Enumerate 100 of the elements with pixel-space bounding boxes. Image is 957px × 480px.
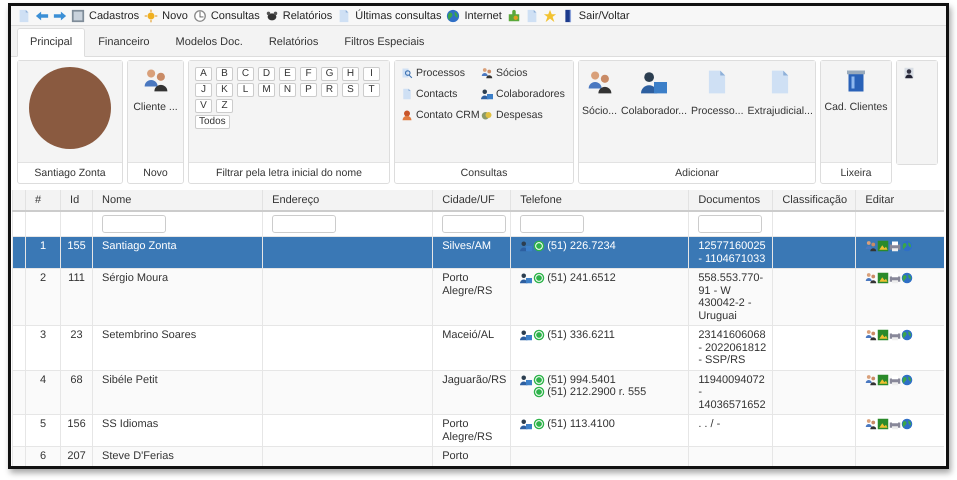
table-cell: Steve D'Ferias [92, 446, 263, 466]
table-cell: 12577160025 - 1104671033 [688, 236, 773, 268]
toolbar-link[interactable]: Sair/Voltar [578, 10, 630, 22]
letter-button[interactable]: B [216, 67, 233, 81]
printer-icon[interactable] [889, 240, 902, 252]
coins-icon[interactable] [481, 109, 493, 121]
tab[interactable]: Filtros Especiais [331, 28, 438, 57]
group-caption: Adicionar [579, 162, 815, 183]
tab[interactable]: Modelos Doc. [162, 28, 256, 57]
people-icon[interactable] [142, 67, 168, 93]
ribbon-button[interactable]: Cliente ... [133, 101, 178, 113]
ribbon-button[interactable]: Colaborador... [621, 105, 687, 117]
letter-button[interactable]: H [342, 67, 359, 81]
globe-icon[interactable] [901, 374, 914, 386]
person-card-icon[interactable] [481, 88, 493, 100]
filter-input[interactable] [520, 215, 584, 233]
toolbar-link[interactable]: Consultas [210, 10, 260, 22]
person-icon[interactable] [903, 67, 915, 79]
picture-icon[interactable] [877, 418, 890, 430]
letter-button[interactable]: C [237, 67, 254, 81]
people-icon[interactable] [481, 67, 493, 79]
star-icon[interactable] [542, 8, 557, 22]
letter-button[interactable]: E [279, 67, 296, 81]
column-header: Classificação [772, 190, 856, 211]
people-icon[interactable] [865, 240, 878, 252]
letter-button[interactable]: F [300, 67, 317, 81]
filter-input[interactable] [272, 215, 336, 233]
letter-button[interactable]: D [258, 67, 275, 81]
document-search-icon[interactable] [401, 67, 413, 79]
ribbon-button[interactable]: Cad. Clientes [824, 101, 888, 113]
people-icon[interactable] [865, 272, 878, 284]
ribbon-link[interactable]: Despesas [496, 109, 543, 121]
table-cell: Setembrino Soares [92, 326, 263, 370]
all-button[interactable]: Todos [195, 115, 230, 129]
letter-button[interactable]: M [258, 83, 275, 97]
letter-button[interactable]: Z [216, 99, 233, 113]
table-cell: 207 [60, 446, 93, 466]
table-cell[interactable]: 2 [26, 268, 61, 326]
table-cell[interactable]: 3 [26, 326, 61, 370]
letter-button[interactable]: P [300, 83, 317, 97]
people-icon[interactable] [865, 418, 878, 430]
toolbar-link[interactable]: Novo [162, 10, 188, 22]
letter-button[interactable]: S [342, 83, 359, 97]
globe-icon[interactable] [901, 272, 914, 284]
letter-button[interactable]: J [195, 83, 212, 97]
table-cell: 111 [60, 268, 93, 326]
table-cell[interactable]: 6 [26, 446, 61, 466]
tab[interactable]: Principal [17, 28, 86, 57]
picture-icon[interactable] [877, 329, 890, 341]
tab[interactable]: Financeiro [85, 28, 163, 57]
letter-button[interactable]: T [363, 83, 380, 97]
filter-input[interactable] [698, 215, 762, 233]
contact-icon[interactable] [520, 418, 532, 430]
toolbar-link[interactable]: Cadastros [89, 10, 140, 22]
toolbar-link[interactable]: Últimas consultas [355, 10, 442, 22]
picture-icon[interactable] [877, 240, 890, 252]
contact-icon[interactable] [520, 329, 532, 342]
table-cell: 68 [60, 370, 93, 414]
letter-button[interactable]: V [195, 99, 212, 113]
people-icon[interactable] [865, 329, 878, 341]
picture-icon[interactable] [877, 272, 890, 284]
toolbar-link[interactable]: Relatórios [282, 10, 332, 22]
letter-button[interactable]: N [279, 83, 296, 97]
filter-input[interactable] [102, 215, 166, 233]
letter-button[interactable]: L [237, 83, 254, 97]
ribbon-button[interactable]: Processo... [691, 105, 744, 117]
trash-can-icon[interactable] [844, 69, 868, 93]
filter-input[interactable] [442, 215, 506, 233]
letter-button[interactable]: K [216, 83, 233, 97]
letter-button[interactable]: A [195, 67, 212, 81]
table-cell: 23141606068 - 2022061812 - SSP/RS [688, 326, 773, 370]
globe-icon[interactable] [901, 329, 914, 341]
tab[interactable]: Relatórios [256, 28, 332, 57]
table-cell[interactable]: 1 [26, 236, 61, 268]
sun-icon[interactable] [144, 8, 158, 22]
puzzle-icon[interactable] [506, 8, 521, 22]
column-header: Endereço [262, 190, 433, 211]
ribbon-link[interactable]: Contato CRM [416, 109, 480, 121]
table-cell[interactable]: 4 [26, 370, 61, 414]
ribbon-link[interactable]: Contacts [416, 88, 458, 100]
ribbon-button[interactable]: Extrajudicial... [748, 105, 813, 117]
people-icon[interactable] [865, 374, 878, 386]
letter-button[interactable]: I [363, 67, 380, 81]
globe-icon[interactable] [446, 8, 460, 22]
letter-button[interactable]: R [321, 83, 338, 97]
table-cell: 11940094072 - 14036571652 [688, 370, 773, 414]
toolbar-link[interactable]: Internet [464, 10, 502, 22]
ribbon-link[interactable]: Processos [416, 67, 466, 79]
phone-number: (51) 241.6512 [547, 272, 616, 284]
letter-button[interactable]: G [321, 67, 338, 81]
ribbon-link[interactable]: Colaboradores [496, 88, 565, 100]
clock-icon[interactable] [192, 8, 207, 22]
picture-icon[interactable] [877, 374, 890, 386]
ribbon-button[interactable]: Sócio... [582, 105, 618, 117]
people-icon[interactable] [586, 69, 613, 95]
contact-icon[interactable] [520, 272, 532, 284]
table-cell: 23 [60, 326, 93, 370]
ribbon-link[interactable]: Sócios [496, 67, 528, 79]
globe-icon[interactable] [901, 418, 914, 430]
contact-icon[interactable] [520, 374, 532, 386]
